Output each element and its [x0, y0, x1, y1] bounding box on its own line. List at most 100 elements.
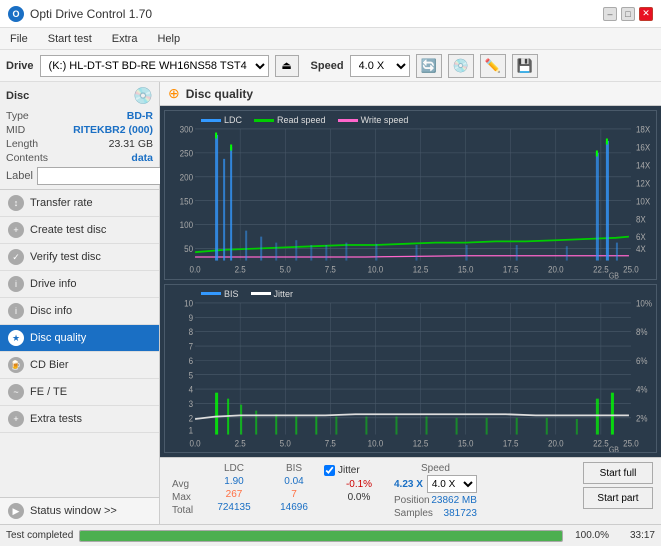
disc-contents-value: data: [131, 152, 153, 164]
svg-text:8: 8: [189, 326, 194, 337]
minimize-button[interactable]: –: [603, 7, 617, 21]
disc-contents-label: Contents: [6, 152, 48, 164]
svg-text:3: 3: [189, 398, 194, 409]
ldc-chart-legend: LDC Read speed Write speed: [195, 113, 414, 127]
svg-text:200: 200: [180, 172, 193, 183]
disc-quality-title: Disc quality: [186, 87, 253, 101]
svg-text:7: 7: [189, 340, 194, 351]
disc-info-icon: i: [8, 303, 24, 319]
stats-avg-label: Avg: [168, 478, 204, 491]
svg-text:4%: 4%: [636, 384, 648, 395]
disc-icon-button[interactable]: 💿: [448, 54, 474, 78]
disc-header: Disc 💿: [6, 86, 153, 106]
sidebar-item-disc-quality[interactable]: ★ Disc quality: [0, 325, 159, 352]
write-speed-legend-color: [338, 119, 358, 122]
window-controls: – □ ✕: [603, 7, 653, 21]
disc-label-input[interactable]: [37, 167, 175, 185]
eject-button[interactable]: ⏏: [275, 55, 299, 77]
stats-ldc-max: 267: [204, 488, 264, 501]
svg-text:50: 50: [184, 244, 193, 255]
jitter-check-label: Jitter: [338, 465, 360, 476]
stats-jitter-max: 0.0%: [324, 491, 394, 504]
disc-mid-value: RITEKBR2 (000): [73, 124, 153, 136]
ldc-chart-container: LDC Read speed Write speed: [164, 110, 657, 280]
disc-type-value: BD-R: [127, 110, 153, 122]
speed-dropdown[interactable]: 4.0 X 2.0 X 8.0 X: [427, 475, 477, 493]
menu-file[interactable]: File: [6, 31, 32, 47]
bis-legend-item: BIS: [201, 289, 239, 299]
sidebar-bottom: ▶ Status window >>: [0, 497, 159, 524]
disc-info-label: Disc info: [30, 305, 72, 317]
sidebar-item-disc-info[interactable]: i Disc info: [0, 298, 159, 325]
read-speed-legend-item: Read speed: [254, 115, 326, 125]
sidebar-item-cd-bier[interactable]: 🍺 CD Bier: [0, 352, 159, 379]
close-button[interactable]: ✕: [639, 7, 653, 21]
sidebar-item-verify-test-disc[interactable]: ✓ Verify test disc: [0, 244, 159, 271]
start-full-button[interactable]: Start full: [583, 462, 653, 484]
status-window-item[interactable]: ▶ Status window >>: [0, 497, 159, 524]
svg-text:15.0: 15.0: [458, 264, 474, 275]
ldc-chart-svg: 300 250 200 150 100 50 18X 16X 14X 12X 1…: [165, 111, 656, 279]
svg-text:GB: GB: [609, 271, 619, 279]
sidebar-item-create-test-disc[interactable]: + Create test disc: [0, 217, 159, 244]
stats-ldc-total: 724135: [204, 501, 264, 514]
speed-select[interactable]: 4.0 X 1.0 X 2.0 X 8.0 X: [350, 55, 410, 77]
jitter-check-row: Jitter: [324, 462, 394, 478]
disc-quality-header-icon: ⊕: [168, 85, 180, 102]
sidebar-item-drive-info[interactable]: i Drive info: [0, 271, 159, 298]
stats-table: Avg Max Total LDC 1.90 267 724135 BIS 0.…: [160, 457, 661, 524]
drive-info-icon: i: [8, 276, 24, 292]
refresh-button[interactable]: 🔄: [416, 54, 442, 78]
stats-ldc-avg: 1.90: [204, 475, 264, 488]
svg-text:10X: 10X: [636, 196, 650, 207]
drive-select[interactable]: (K:) HL-DT-ST BD-RE WH16NS58 TST4: [40, 55, 269, 77]
transfer-rate-label: Transfer rate: [30, 197, 93, 209]
stats-labels-col: Avg Max Total: [168, 462, 204, 517]
sidebar-item-fe-te[interactable]: ~ FE / TE: [0, 379, 159, 406]
svg-text:0.0: 0.0: [189, 437, 200, 448]
jitter-checkbox[interactable]: [324, 465, 335, 476]
sidebar-item-extra-tests[interactable]: + Extra tests: [0, 406, 159, 433]
save-button[interactable]: 💾: [512, 54, 538, 78]
svg-text:17.5: 17.5: [503, 437, 519, 448]
app-icon: O: [8, 6, 24, 22]
speed-val-row: 4.23 X 4.0 X 2.0 X 8.0 X: [394, 475, 477, 493]
stats-speed-header: Speed: [394, 462, 477, 475]
svg-text:7.5: 7.5: [325, 264, 336, 275]
maximize-button[interactable]: □: [621, 7, 635, 21]
read-speed-legend-color: [254, 119, 274, 122]
svg-text:25.0: 25.0: [623, 437, 639, 448]
progress-track: [79, 530, 563, 542]
disc-mid-row: MID RITEKBR2 (000): [6, 124, 153, 136]
stats-bis-header: BIS: [264, 462, 324, 475]
svg-text:10: 10: [184, 297, 193, 308]
samples-label: Samples: [394, 508, 433, 519]
start-part-button[interactable]: Start part: [583, 487, 653, 509]
svg-text:20.0: 20.0: [548, 264, 564, 275]
jitter-legend-item: Jitter: [251, 289, 294, 299]
svg-text:22.5: 22.5: [593, 264, 609, 275]
bottom-stats-area: Avg Max Total LDC 1.90 267 724135 BIS 0.…: [160, 457, 661, 524]
menu-help[interactable]: Help: [153, 31, 184, 47]
ldc-legend-item: LDC: [201, 115, 242, 125]
svg-text:7.5: 7.5: [325, 437, 336, 448]
action-buttons: Start full Start part: [583, 462, 653, 509]
drivebar: Drive (K:) HL-DT-ST BD-RE WH16NS58 TST4 …: [0, 50, 661, 82]
write-button[interactable]: ✏️: [480, 54, 506, 78]
svg-text:5.0: 5.0: [280, 264, 291, 275]
extra-tests-label: Extra tests: [30, 413, 82, 425]
write-speed-legend-label: Write speed: [361, 115, 409, 125]
menu-extra[interactable]: Extra: [108, 31, 142, 47]
svg-text:GB: GB: [609, 444, 619, 452]
disc-label-row: Label ⚙: [6, 167, 153, 185]
bis-legend-label: BIS: [224, 289, 239, 299]
sidebar-item-transfer-rate[interactable]: ↕ Transfer rate: [0, 190, 159, 217]
elapsed-time: 33:17: [615, 530, 655, 541]
bis-chart-legend: BIS Jitter: [195, 287, 299, 301]
svg-text:8X: 8X: [636, 214, 646, 225]
svg-text:17.5: 17.5: [503, 264, 519, 275]
titlebar-left: O Opti Drive Control 1.70: [8, 6, 152, 22]
menu-start-test[interactable]: Start test: [44, 31, 96, 47]
svg-text:2: 2: [189, 412, 194, 423]
menubar: File Start test Extra Help: [0, 28, 661, 50]
